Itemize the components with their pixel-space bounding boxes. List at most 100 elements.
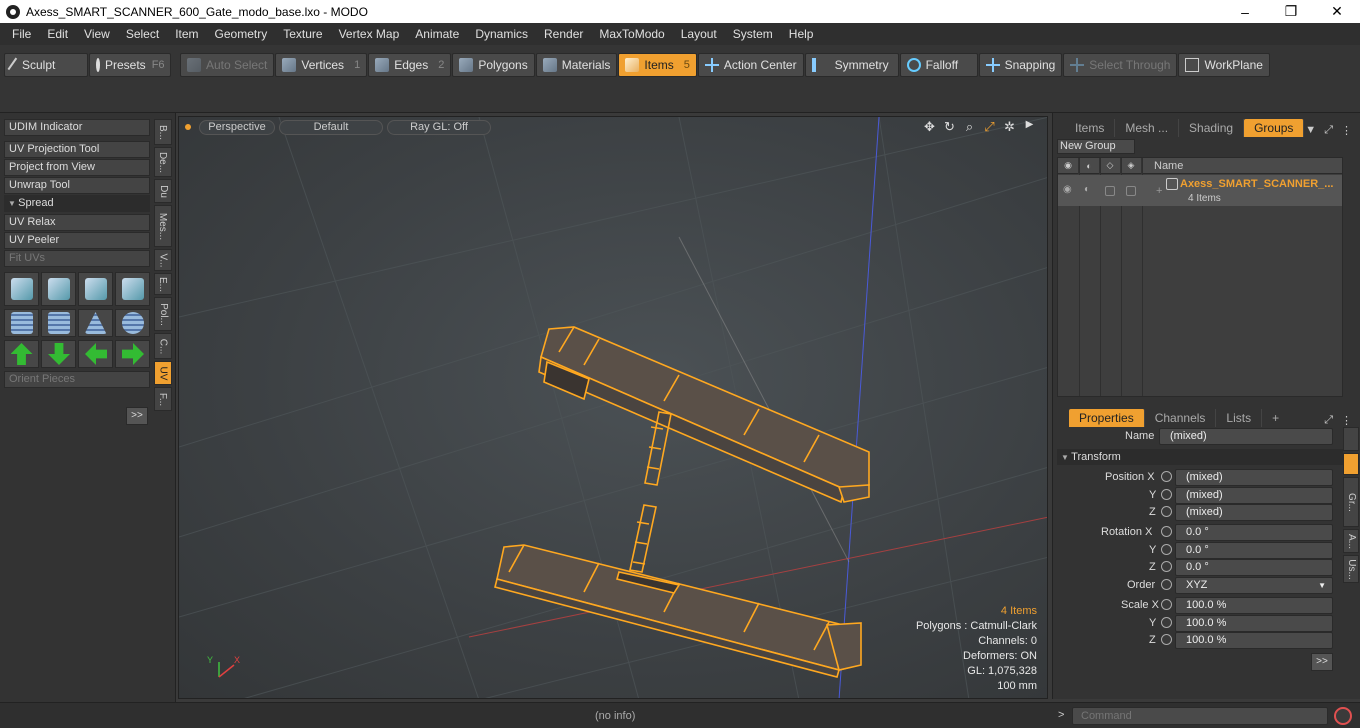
vtab-blank[interactable] bbox=[1343, 427, 1359, 451]
materials-button[interactable]: Materials bbox=[535, 53, 618, 77]
position-z-keyframe[interactable] bbox=[1161, 506, 1172, 517]
align-right-button[interactable] bbox=[115, 340, 150, 368]
vtab-edge[interactable]: E... bbox=[154, 273, 172, 295]
uv-relax-button[interactable]: UV Relax bbox=[4, 214, 150, 231]
fit-uvs-button[interactable]: Fit UVs bbox=[4, 250, 150, 267]
gear-icon[interactable]: ✲ bbox=[1002, 119, 1017, 135]
viewport-options-icon[interactable] bbox=[185, 124, 191, 130]
uv-plane-button[interactable] bbox=[41, 309, 76, 337]
menu-vertex-map[interactable]: Vertex Map bbox=[331, 23, 408, 45]
rotation-z-keyframe[interactable] bbox=[1161, 561, 1172, 572]
maximize-panel-icon[interactable]: ⤢ bbox=[1324, 414, 1333, 427]
vertices-button[interactable]: Vertices 1 bbox=[275, 53, 368, 77]
expand-icon[interactable]: + bbox=[1156, 185, 1162, 197]
menu-maxtomodo[interactable]: MaxToModo bbox=[591, 23, 672, 45]
tab-mesh[interactable]: Mesh ... bbox=[1115, 119, 1180, 137]
vtab-uv[interactable]: UV bbox=[154, 361, 172, 385]
vtab-active[interactable] bbox=[1343, 453, 1359, 475]
shading-dropdown[interactable]: Default bbox=[279, 119, 383, 135]
vtab-vertex[interactable]: V... bbox=[154, 249, 172, 271]
select-checkbox[interactable] bbox=[1126, 186, 1136, 196]
sculpt-button[interactable]: Sculpt bbox=[4, 53, 88, 77]
vtab-user[interactable]: Us... bbox=[1343, 555, 1359, 583]
tab-items[interactable]: Items bbox=[1065, 119, 1116, 137]
raygl-toggle[interactable]: Ray GL: Off bbox=[387, 119, 491, 135]
align-left-button[interactable] bbox=[78, 340, 113, 368]
scale-z-field[interactable]: 100.0 % bbox=[1175, 632, 1333, 649]
menu-edit[interactable]: Edit bbox=[39, 23, 76, 45]
stop-icon[interactable] bbox=[1334, 707, 1352, 725]
position-y-field[interactable]: (mixed) bbox=[1175, 487, 1333, 504]
uv-move-tool-button[interactable] bbox=[4, 272, 39, 306]
menu-render[interactable]: Render bbox=[536, 23, 591, 45]
vtab-basic[interactable]: B... bbox=[154, 119, 172, 145]
udim-indicator-button[interactable]: UDIM Indicator bbox=[4, 119, 150, 136]
play-icon[interactable]: ▶ bbox=[1022, 119, 1037, 135]
position-z-field[interactable]: (mixed) bbox=[1175, 504, 1333, 521]
uv-cylinder-button[interactable] bbox=[4, 309, 39, 337]
position-x-keyframe[interactable] bbox=[1161, 471, 1172, 482]
maximize-button[interactable]: ❐ bbox=[1268, 0, 1314, 23]
pan-icon[interactable]: ✥ bbox=[922, 119, 937, 135]
edges-button[interactable]: Edges 2 bbox=[368, 53, 452, 77]
action-center-button[interactable]: Action Center bbox=[697, 53, 804, 77]
command-history-arrow[interactable]: > bbox=[1058, 709, 1064, 721]
unwrap-tool-button[interactable]: Unwrap Tool bbox=[4, 177, 150, 194]
visibility-icon[interactable]: ◉ bbox=[1058, 157, 1079, 174]
vtab-curve[interactable]: C... bbox=[154, 333, 172, 359]
menu-help[interactable]: Help bbox=[781, 23, 822, 45]
scale-x-field[interactable]: 100.0 % bbox=[1175, 597, 1333, 614]
zoom-icon[interactable]: ⌕ bbox=[962, 119, 977, 135]
uv-sphere-button[interactable] bbox=[115, 309, 150, 337]
vtab-deform[interactable]: De... bbox=[154, 147, 172, 177]
close-button[interactable]: ✕ bbox=[1314, 0, 1360, 23]
polygons-button[interactable]: Polygons bbox=[452, 53, 535, 77]
menu-select[interactable]: Select bbox=[118, 23, 167, 45]
expand-panel-button[interactable]: >> bbox=[126, 407, 148, 425]
menu-layout[interactable]: Layout bbox=[673, 23, 725, 45]
auto-select-button[interactable]: Auto Select bbox=[180, 53, 275, 77]
panel-menu-icon[interactable]: ⋮ bbox=[1341, 414, 1352, 427]
3d-viewport[interactable]: Y X Perspective Default Ray GL: Off ✥ ↻ … bbox=[178, 116, 1048, 699]
maximize-panel-icon[interactable]: ⤢ bbox=[1324, 124, 1333, 137]
scale-y-keyframe[interactable] bbox=[1161, 617, 1172, 628]
menu-file[interactable]: File bbox=[4, 23, 39, 45]
uv-pyramid-button[interactable] bbox=[78, 309, 113, 337]
select-through-button[interactable]: Select Through bbox=[1063, 53, 1178, 77]
name-field[interactable]: (mixed) bbox=[1159, 428, 1333, 445]
orient-pieces-button[interactable]: Orient Pieces bbox=[4, 371, 150, 388]
menu-system[interactable]: System bbox=[725, 23, 781, 45]
workplane-button[interactable]: WorkPlane bbox=[1178, 53, 1270, 77]
menu-texture[interactable]: Texture bbox=[275, 23, 330, 45]
chevron-down-icon[interactable]: ▼ bbox=[1305, 124, 1316, 137]
expand-properties-button[interactable]: >> bbox=[1311, 653, 1333, 671]
menu-geometry[interactable]: Geometry bbox=[207, 23, 276, 45]
new-group-button[interactable]: New Group bbox=[1057, 139, 1135, 154]
vtab-mesh[interactable]: Mes... bbox=[154, 205, 172, 247]
tab-properties[interactable]: Properties bbox=[1069, 409, 1145, 427]
tab-groups[interactable]: Groups bbox=[1244, 119, 1305, 137]
position-y-keyframe[interactable] bbox=[1161, 489, 1172, 500]
orbit-icon[interactable]: ↻ bbox=[942, 119, 957, 135]
scale-x-keyframe[interactable] bbox=[1161, 599, 1172, 610]
uv-peeler-button[interactable]: UV Peeler bbox=[4, 232, 150, 249]
tab-shading[interactable]: Shading bbox=[1179, 119, 1245, 137]
vtab-assembly[interactable]: A... bbox=[1343, 529, 1359, 553]
order-keyframe[interactable] bbox=[1161, 579, 1172, 590]
tab-channels[interactable]: Channels bbox=[1145, 409, 1217, 427]
panel-menu-icon[interactable]: ⋮ bbox=[1341, 124, 1352, 137]
vtab-duplicate[interactable]: Du bbox=[154, 179, 172, 203]
align-down-button[interactable] bbox=[41, 340, 76, 368]
minimize-button[interactable]: – bbox=[1222, 0, 1268, 23]
order-dropdown[interactable]: XYZ ▼ bbox=[1175, 577, 1333, 594]
tab-lists[interactable]: Lists bbox=[1216, 409, 1263, 427]
menu-view[interactable]: View bbox=[76, 23, 118, 45]
lock-icon[interactable]: ◇ bbox=[1100, 157, 1121, 174]
presets-button[interactable]: Presets F6 bbox=[89, 53, 171, 77]
menu-item[interactable]: Item bbox=[167, 23, 206, 45]
vtab-groups[interactable]: Gr... bbox=[1343, 477, 1359, 527]
uv-scale-tool-button[interactable] bbox=[78, 272, 113, 306]
project-from-view-button[interactable]: Project from View bbox=[4, 159, 150, 176]
uv-rotate-tool-button[interactable] bbox=[41, 272, 76, 306]
menu-dynamics[interactable]: Dynamics bbox=[467, 23, 536, 45]
